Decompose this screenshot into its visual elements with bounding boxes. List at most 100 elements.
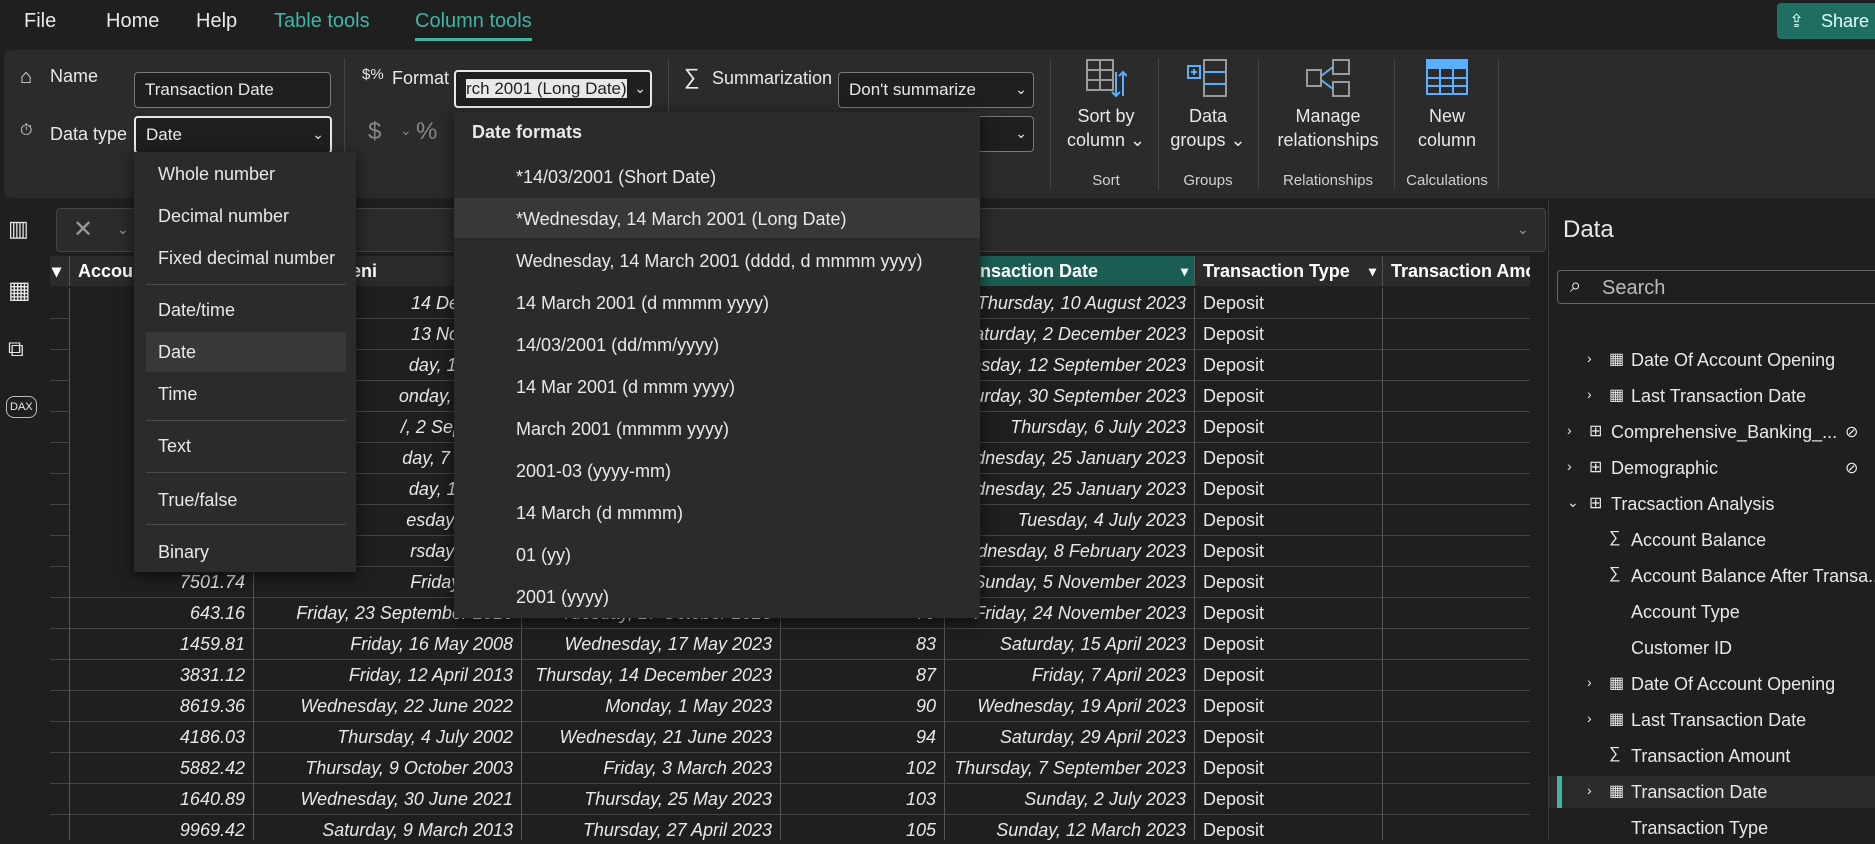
header-transaction-amount[interactable]: Transaction Amou [1383,256,1530,286]
name-field[interactable]: Transaction Date [134,72,331,108]
data-pane-title: Data [1563,216,1614,243]
tree-item[interactable]: Customer ID [1549,632,1875,664]
tree-item[interactable]: ∑ Account Balance [1549,524,1875,556]
chevron-down-icon[interactable]: ⌄ [1567,494,1579,511]
row-gutter [50,722,70,753]
datatype-option[interactable]: Date/time [158,300,235,321]
format-option[interactable]: 01 (yy) [516,545,571,566]
menu-home[interactable]: Home [106,10,159,33]
new-column-button[interactable]: New column [1402,58,1492,158]
header-transaction-date[interactable]: Transaction Date ▾ [945,256,1195,286]
menu-help[interactable]: Help [196,10,237,33]
dax-query-view-icon[interactable]: DAX [6,396,37,418]
format-option[interactable]: *Wednesday, 14 March 2001 (Long Date) [516,209,847,230]
format-option[interactable]: 2001-03 (yyyy-mm) [516,461,671,482]
filter-dropdown-icon[interactable]: ▾ [1369,256,1376,286]
cell-transaction-date: Thursday, 7 September 2023 [945,753,1195,784]
cell-transaction-type: Deposit [1195,350,1383,381]
table-view-icon[interactable]: ▦ [8,276,31,305]
calendar-icon: ▦ [1609,387,1625,404]
tree-item[interactable]: ∑ Transaction Amount [1549,740,1875,772]
chevron-right-icon[interactable]: › [1587,386,1592,402]
format-option[interactable]: 2001 (yyyy) [516,587,609,608]
header-filter-icon[interactable]: ▾ [50,256,70,286]
data-groups-button[interactable]: Data groups ⌄ [1166,58,1250,158]
tree-item[interactable]: › ⊞ Comprehensive_Banking_... ⊘ [1549,416,1875,448]
cell-last-transaction: Wednesday, 21 June 2023 [522,722,781,753]
cell-account-balance: 4186.03 [70,722,254,753]
tree-item[interactable]: ⌄ ⊞ Tracsaction Analysis [1549,488,1875,520]
menu-table-tools[interactable]: Table tools [274,10,370,33]
cell-account-balance: 1459.81 [70,629,254,660]
row-gutter [50,784,70,815]
format-option[interactable]: 14 March 2001 (d mmmm yyyy) [516,293,769,314]
cell-transaction-amount [1383,567,1530,598]
cell-transaction-date: Sunday, 2 July 2023 [945,784,1195,815]
tree-item[interactable]: › ⊞ Demographic ⊘ [1549,452,1875,484]
report-view-icon[interactable]: ▥ [8,216,29,242]
chevron-right-icon[interactable]: › [1587,710,1592,726]
cell-transaction-amount [1383,536,1530,567]
row-gutter [50,350,70,381]
chevron-right-icon[interactable]: › [1587,350,1592,366]
tree-item[interactable]: Transaction Type [1549,812,1875,844]
format-select[interactable]: rch 2001 (Long Date) ⌄ [454,70,652,108]
tree-item[interactable]: Account Type [1549,596,1875,628]
format-option[interactable]: Wednesday, 14 March 2001 (dddd, d mmmm y… [516,251,923,272]
chevron-down-icon[interactable]: ⌄ [117,221,129,238]
datatype-option[interactable]: Decimal number [158,206,289,227]
datatype-select[interactable]: Date ⌄ [134,116,332,154]
datatype-option-selected[interactable]: Date [158,342,196,363]
sort-by-column-label-1: Sort by [1077,106,1135,126]
cell-transaction-date: Friday, 24 November 2023 [945,598,1195,629]
menu-file[interactable]: File [24,10,56,33]
chevron-right-icon[interactable]: › [1587,674,1592,690]
datatype-option[interactable]: True/false [158,490,237,511]
format-option[interactable]: 14 Mar 2001 (d mmm yyyy) [516,377,735,398]
format-option[interactable]: *14/03/2001 (Short Date) [516,167,716,188]
tree-item[interactable]: › ▦ Transaction Date [1549,776,1875,808]
chevron-right-icon[interactable]: › [1567,422,1572,438]
header-transaction-type[interactable]: Transaction Type ▾ [1195,256,1383,286]
format-option[interactable]: March 2001 (mmmm yyyy) [516,419,729,440]
menu-column-tools[interactable]: Column tools [415,10,532,41]
tree-item[interactable]: › ▦ Date Of Account Opening [1549,668,1875,700]
tree-item[interactable]: › ▦ Date Of Account Opening [1549,344,1875,376]
tree-item[interactable]: ∑ Account Balance After Transa... [1549,560,1875,592]
cell-transaction-amount [1383,753,1530,784]
chevron-right-icon[interactable]: › [1567,458,1572,474]
manage-relationships-button[interactable]: Manage relationships [1268,58,1388,158]
percent-button[interactable]: % [416,118,437,146]
format-option[interactable]: 14 March (d mmmm) [516,503,683,524]
tree-item[interactable]: › ▦ Last Transaction Date [1549,704,1875,736]
tree-item[interactable]: › ▦ Last Transaction Date [1549,380,1875,412]
datatype-option[interactable]: Whole number [158,164,275,185]
cell-account-opening: Friday, 12 April 2013 [254,660,522,691]
chevron-right-icon[interactable]: › [1587,782,1592,798]
datatype-option[interactable]: Text [158,436,191,457]
share-button[interactable]: ⇪ Share [1777,3,1875,39]
cell-last-transaction: Thursday, 25 May 2023 [522,784,781,815]
currency-button[interactable]: $ [368,118,381,146]
format-option[interactable]: 14/03/2001 (dd/mm/yyyy) [516,335,719,356]
datatype-option[interactable]: Time [158,384,197,405]
cell-transaction-amount [1383,288,1530,319]
tree-item-label: Date Of Account Opening [1631,674,1836,694]
date-formats-header: Date formats [472,122,583,142]
search-input[interactable]: Search [1602,277,1665,300]
data-search-box[interactable]: ⌕ Search [1557,270,1875,304]
expand-formula-icon[interactable]: ⌄ [1517,221,1529,238]
hidden-eye-icon[interactable]: ⊘ [1845,422,1858,442]
row-gutter [50,412,70,443]
model-view-icon[interactable]: ⧉ [8,336,24,362]
hidden-eye-icon[interactable]: ⊘ [1845,458,1858,478]
sort-by-column-button[interactable]: Sort by column ⌄ [1060,58,1152,158]
datatype-option[interactable]: Binary [158,542,209,563]
cell-transaction-type: Deposit [1195,629,1383,660]
datatype-option[interactable]: Fixed decimal number [158,248,335,269]
close-icon[interactable]: ✕ [73,215,93,244]
datatype-icon: ⏱ [20,122,33,139]
cell-transaction-amount [1383,350,1530,381]
summarization-select[interactable]: Don't summarize ⌄ [838,72,1034,108]
filter-dropdown-icon[interactable]: ▾ [1181,256,1188,286]
